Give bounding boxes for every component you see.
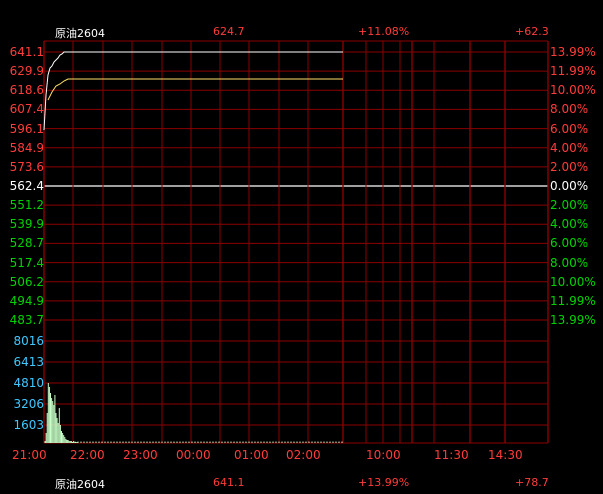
percent-tick-label: 6.00% xyxy=(550,236,589,251)
time-tick-label: 02:00 xyxy=(286,448,321,462)
percent-tick-label: 10.00% xyxy=(550,274,596,289)
price-tick-label: 607.4 xyxy=(9,102,44,117)
price-tick-label: 562.4 xyxy=(9,179,44,193)
volume-tick-label: 8016 xyxy=(13,334,44,348)
percent-tick-label: 4.00% xyxy=(550,140,589,155)
percent-tick-label: 8.00% xyxy=(550,255,589,270)
percent-tick-label: 4.00% xyxy=(550,217,589,232)
price-tick-label: 483.7 xyxy=(9,313,44,327)
price-tick-label: 551.2 xyxy=(9,198,44,213)
intraday-chart-window: 原油2604 624.7 +11.08% +62.3 641.1 13.99% 62… xyxy=(0,0,603,494)
time-tick-label: 00:00 xyxy=(176,448,211,462)
price-tick-label: 539.9 xyxy=(9,217,44,232)
volume-tick-label: 3206 xyxy=(13,397,44,411)
percent-tick-label: 6.00% xyxy=(550,121,589,136)
time-tick-label: 14:30 xyxy=(488,448,523,462)
time-tick-label: 10:00 xyxy=(366,448,401,462)
percent-tick-label: 13.99% xyxy=(550,45,596,59)
volume-tick-label: 1603 xyxy=(13,418,44,432)
volume-tick-label: 6413 xyxy=(13,355,44,369)
price-tick-label: 573.6 xyxy=(9,159,44,174)
chart-plot-area[interactable] xyxy=(0,0,603,494)
percent-tick-label: 2.00% xyxy=(550,198,589,213)
percent-tick-label: 10.00% xyxy=(550,83,596,98)
time-tick-label: 11:30 xyxy=(434,448,469,462)
volume-tick-label: 4810 xyxy=(13,376,44,390)
percent-tick-label: 0.00% xyxy=(550,179,589,193)
price-tick-label: 517.4 xyxy=(9,255,44,270)
percent-tick-label: 11.99% xyxy=(550,293,596,308)
price-tick-label: 494.9 xyxy=(9,293,44,308)
price-tick-label: 618.6 xyxy=(9,83,44,98)
footer-change-percent: +13.99% xyxy=(358,476,410,489)
footer-price: 641.1 xyxy=(213,476,245,489)
percent-tick-label: 2.00% xyxy=(550,159,589,174)
time-tick-label: 01:00 xyxy=(234,448,269,462)
price-line xyxy=(43,51,343,131)
price-tick-label: 584.9 xyxy=(9,140,44,155)
price-tick-label: 596.1 xyxy=(9,121,44,136)
footer-change-value: +78.7 xyxy=(515,476,549,489)
percent-tick-label: 8.00% xyxy=(550,102,589,117)
percent-tick-label: 11.99% xyxy=(550,64,596,79)
footer-contract-name: 原油2604 xyxy=(55,478,105,491)
average-price-line xyxy=(47,78,343,101)
price-tick-label: 629.9 xyxy=(9,64,44,79)
price-tick-label: 641.1 xyxy=(9,45,44,59)
time-tick-label: 21:00 xyxy=(12,448,47,462)
percent-tick-label: 13.99% xyxy=(550,313,596,327)
price-tick-label: 528.7 xyxy=(9,236,44,251)
time-tick-label: 22:00 xyxy=(70,448,105,462)
price-tick-label: 506.2 xyxy=(9,274,44,289)
time-tick-label: 23:00 xyxy=(123,448,158,462)
